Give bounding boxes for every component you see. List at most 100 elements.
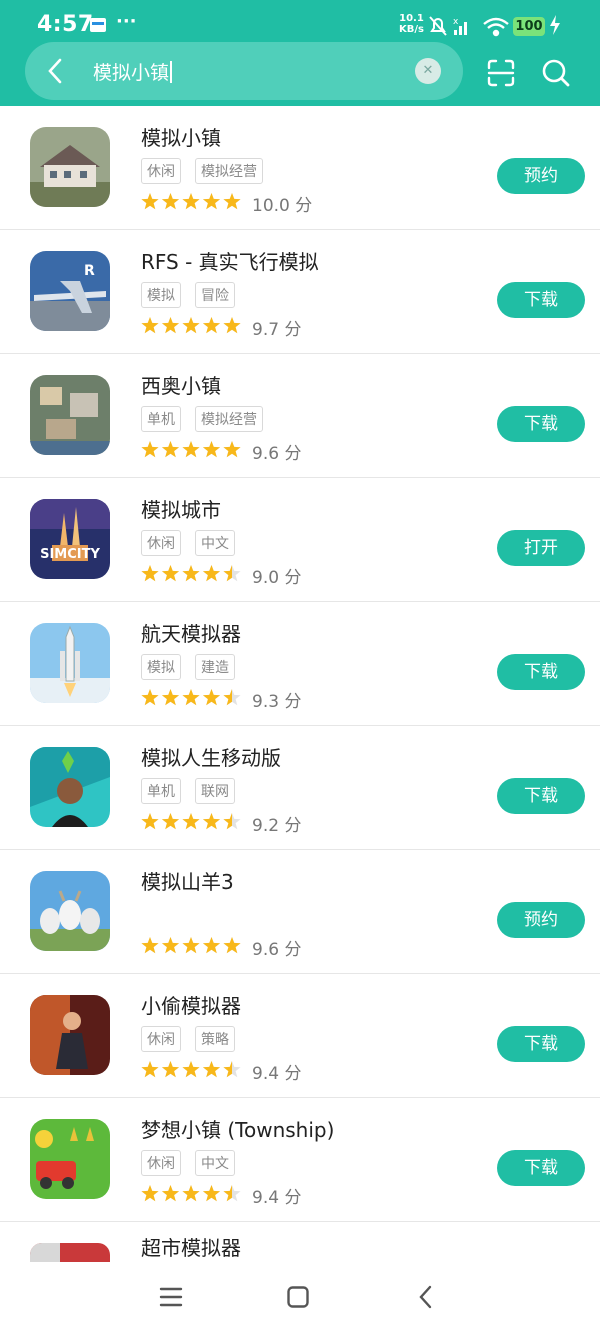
status-bar: 4:57 ··· 10.1 KB/s x 100: [0, 0, 600, 46]
download-button[interactable]: 下载: [497, 1026, 585, 1062]
app-icon-spaceflight: [30, 623, 110, 703]
close-icon[interactable]: ✕: [415, 58, 441, 84]
rating-stars: [141, 193, 241, 210]
tag-list: 休闲 模拟经营: [141, 158, 277, 184]
score: 9.3 分: [252, 692, 302, 712]
text-cursor: [170, 61, 172, 83]
home-icon[interactable]: [286, 1285, 310, 1309]
app-list: 模拟小镇 休闲 模拟经营 10.0 分 预约 R RFS - 真实飞行模拟 模拟冒…: [0, 106, 600, 1262]
score: 9.6 分: [252, 444, 302, 464]
app-row[interactable]: 超市模拟器: [0, 1222, 600, 1262]
tag-list: 休闲 策略: [141, 1026, 249, 1052]
download-button[interactable]: 下载: [497, 406, 585, 442]
tag-list: 单机 联网: [141, 778, 249, 804]
wifi-icon: [483, 17, 509, 37]
star-icon: [141, 317, 159, 334]
tag: 模拟经营: [195, 158, 263, 184]
search-input[interactable]: 模拟小镇: [93, 58, 172, 85]
star-icon: [182, 813, 200, 830]
open-button[interactable]: 打开: [497, 530, 585, 566]
search-bar[interactable]: 模拟小镇 ✕: [25, 42, 463, 100]
rating-stars: [141, 937, 241, 954]
svg-text:x: x: [453, 17, 459, 27]
search-query: 模拟小镇: [93, 62, 170, 84]
app-row[interactable]: 航天模拟器 模拟 建造 9.3 分 下载: [0, 602, 600, 726]
net-speed-unit: KB/s: [399, 24, 424, 35]
star-icon: [202, 689, 221, 706]
download-button[interactable]: 下载: [497, 778, 585, 814]
back-icon[interactable]: [416, 1285, 436, 1309]
tag: 中文: [195, 1150, 235, 1176]
app-row[interactable]: 西奥小镇 单机 模拟经营 9.6 分 下载: [0, 354, 600, 478]
app-name: 西奥小镇: [141, 374, 221, 398]
star-icon: [161, 441, 180, 458]
scan-icon[interactable]: [486, 58, 516, 88]
tag: 联网: [195, 778, 235, 804]
star-icon: [161, 565, 180, 582]
tag-list: 休闲 中文: [141, 530, 249, 556]
tag: 休闲: [141, 158, 181, 184]
star-icon: [223, 193, 241, 210]
menu-icon[interactable]: [158, 1285, 184, 1309]
star-icon: [202, 937, 221, 954]
star-icon: [182, 1185, 200, 1202]
svg-text:R: R: [84, 263, 95, 279]
star-icon: [141, 193, 159, 210]
reserve-button[interactable]: 预约: [497, 902, 585, 938]
download-button[interactable]: 下载: [497, 1150, 585, 1186]
status-icons: x: [429, 16, 509, 37]
app-row[interactable]: 小偷模拟器 休闲 策略 9.4 分 下载: [0, 974, 600, 1098]
app-icon-thief-simulator: [30, 995, 110, 1075]
net-speed: 10.1 KB/s: [399, 13, 424, 35]
tag: 模拟经营: [195, 406, 263, 432]
star-icon: [141, 565, 159, 582]
score: 10.0 分: [252, 196, 313, 216]
battery-indicator: 100: [513, 17, 545, 36]
app-row[interactable]: 模拟小镇 休闲 模拟经营 10.0 分 预约: [0, 106, 600, 230]
star-icon: [223, 317, 241, 334]
simcity-logo-text: SIMCITY: [40, 547, 100, 562]
app-name: RFS - 真实飞行模拟: [141, 250, 319, 274]
app-row[interactable]: 模拟山羊3 9.6 分 预约: [0, 850, 600, 974]
tag-list: 模拟 冒险: [141, 282, 249, 308]
app-row[interactable]: SIMCITY 模拟城市 休闲 中文 9.0 分 打开: [0, 478, 600, 602]
download-button[interactable]: 下载: [497, 282, 585, 318]
star-icon: [202, 441, 221, 458]
signal-icon: x: [453, 17, 467, 35]
rating-stars: [141, 317, 241, 334]
star-icon: [161, 689, 180, 706]
app-icon-rfs: R: [30, 251, 110, 331]
star-icon: [161, 937, 180, 954]
rating-stars: [141, 565, 241, 582]
app-icon-theotown: [30, 375, 110, 455]
app-icon-township: [30, 1119, 110, 1199]
star-icon: [182, 937, 200, 954]
app-row[interactable]: R RFS - 真实飞行模拟 模拟 冒险 9.7 分 下载: [0, 230, 600, 354]
tag: 休闲: [141, 1150, 181, 1176]
score: 9.2 分: [252, 816, 302, 836]
system-navbar: [0, 1263, 600, 1333]
app-icon-supermarket-simulator: [30, 1243, 110, 1262]
tag: 单机: [141, 406, 181, 432]
star-icon: [182, 193, 200, 210]
tag: 模拟: [141, 654, 181, 680]
search-icon[interactable]: [541, 58, 571, 88]
star-icon: [161, 813, 180, 830]
star-icon: [141, 441, 159, 458]
star-icon: [141, 1061, 159, 1078]
tag: 冒险: [195, 282, 235, 308]
rating-stars: [141, 813, 241, 830]
star-icon: [161, 193, 180, 210]
tag-list: 休闲 中文: [141, 1150, 249, 1176]
app-row[interactable]: 模拟人生移动版 单机 联网 9.2 分 下载: [0, 726, 600, 850]
star-icon: [223, 937, 241, 954]
download-button[interactable]: 下载: [497, 654, 585, 690]
app-row[interactable]: 梦想小镇 (Township) 休闲 中文 9.4 分 下载: [0, 1098, 600, 1222]
reserve-button[interactable]: 预约: [497, 158, 585, 194]
tag-list: 模拟 建造: [141, 654, 249, 680]
tag: 单机: [141, 778, 181, 804]
app-name: 模拟城市: [141, 498, 221, 522]
back-arrow-icon[interactable]: [43, 57, 67, 85]
wallet-icon: [90, 18, 106, 32]
tag: 中文: [195, 530, 235, 556]
